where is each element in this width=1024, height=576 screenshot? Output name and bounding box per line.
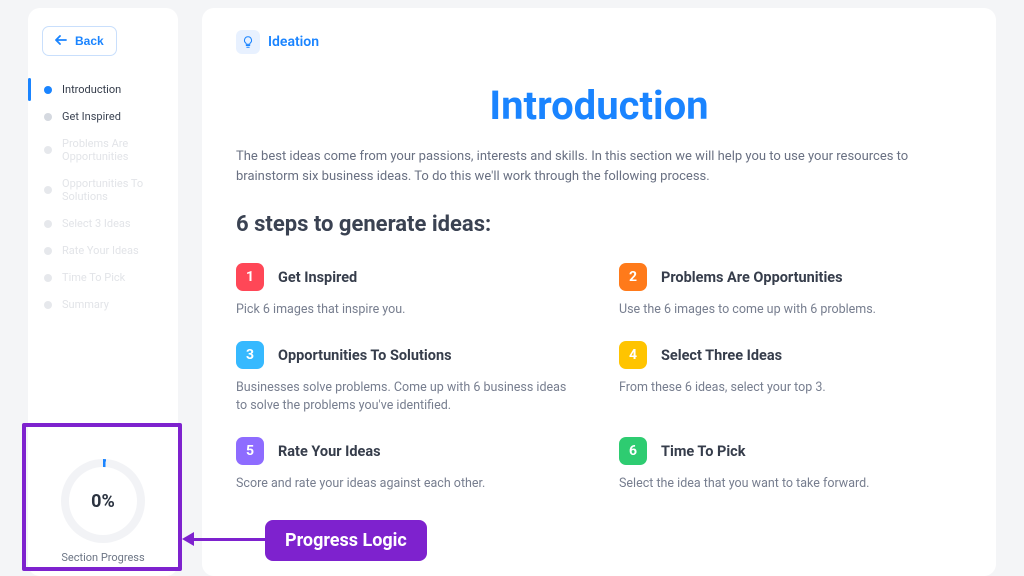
step-number-badge: 3	[236, 341, 264, 369]
step-description: Select the idea that you want to take fo…	[619, 475, 962, 493]
sidebar-item-label: Time To Pick	[62, 271, 125, 284]
step-number-badge: 2	[619, 263, 647, 291]
sidebar-item[interactable]: Select 3 Ideas	[28, 210, 178, 237]
step-card: 2 Problems Are Opportunities Use the 6 ima…	[619, 263, 962, 319]
nav-dot-icon	[44, 146, 52, 154]
sidebar-item-label: Summary	[62, 298, 109, 311]
nav-dot-icon	[44, 186, 52, 194]
step-description: Businesses solve problems. Come up with …	[236, 379, 579, 415]
nav-list: Introduction Get Inspired Problems Are Opp…	[28, 76, 178, 318]
step-card: 6 Time To Pick Select the idea that you wa…	[619, 437, 962, 493]
step-description: From these 6 ideas, select your top 3.	[619, 379, 962, 397]
steps-heading: 6 steps to generate ideas:	[236, 212, 962, 237]
nav-dot-icon	[44, 301, 52, 309]
step-title: Get Inspired	[278, 269, 357, 286]
step-number-badge: 6	[619, 437, 647, 465]
progress-ring: 0%	[61, 459, 145, 543]
sidebar-item-label: Get Inspired	[62, 110, 121, 123]
step-number-badge: 1	[236, 263, 264, 291]
step-title: Rate Your Ideas	[278, 443, 381, 460]
step-card: 5 Rate Your Ideas Score and rate your idea…	[236, 437, 579, 493]
annotation-callout: Progress Logic	[265, 520, 427, 561]
section-progress: 0% Section Progress	[38, 459, 168, 564]
steps-grid: 1 Get Inspired Pick 6 images that inspire …	[236, 263, 962, 494]
breadcrumb: Ideation	[236, 30, 962, 54]
nav-dot-icon	[44, 274, 52, 282]
sidebar-item-label: Select 3 Ideas	[62, 217, 131, 230]
lightbulb-icon	[236, 30, 260, 54]
nav-dot-icon	[44, 113, 52, 121]
back-button[interactable]: Back	[42, 26, 117, 56]
sidebar: Back Introduction Get Inspired Problems Ar…	[28, 8, 178, 576]
page-intro: The best ideas come from your passions, …	[236, 147, 962, 186]
sidebar-item-label: Rate Your Ideas	[62, 244, 139, 257]
sidebar-item[interactable]: Introduction	[28, 76, 178, 103]
step-card: 1 Get Inspired Pick 6 images that inspire …	[236, 263, 579, 319]
back-label: Back	[75, 34, 104, 48]
nav-dot-icon	[44, 220, 52, 228]
step-description: Pick 6 images that inspire you.	[236, 301, 579, 319]
progress-label: Section Progress	[61, 551, 144, 564]
sidebar-item[interactable]: Get Inspired	[28, 103, 178, 130]
annotation-arrow	[182, 534, 268, 544]
arrow-left-icon	[55, 34, 67, 48]
page-title: Introduction	[236, 82, 962, 129]
step-number-badge: 4	[619, 341, 647, 369]
step-card: 4 Select Three Ideas From these 6 ideas, s…	[619, 341, 962, 415]
breadcrumb-section: Ideation	[268, 34, 319, 50]
main-panel: Ideation Introduction The best ideas com…	[202, 8, 996, 576]
step-description: Use the 6 images to come up with 6 probl…	[619, 301, 962, 319]
step-title: Time To Pick	[661, 443, 745, 460]
nav-dot-icon	[44, 247, 52, 255]
step-description: Score and rate your ideas against each o…	[236, 475, 579, 493]
nav-dot-icon	[44, 86, 52, 94]
sidebar-item[interactable]: Opportunities To Solutions	[28, 170, 178, 210]
step-title: Opportunities To Solutions	[278, 347, 452, 364]
step-card: 3 Opportunities To Solutions Businesses so…	[236, 341, 579, 415]
sidebar-item-label: Problems Are Opportunities	[62, 137, 164, 163]
sidebar-item[interactable]: Problems Are Opportunities	[28, 130, 178, 170]
sidebar-item[interactable]: Time To Pick	[28, 264, 178, 291]
step-title: Select Three Ideas	[661, 347, 782, 364]
sidebar-item[interactable]: Rate Your Ideas	[28, 237, 178, 264]
step-title: Problems Are Opportunities	[661, 269, 843, 286]
sidebar-item-label: Opportunities To Solutions	[62, 177, 164, 203]
sidebar-item-label: Introduction	[62, 83, 121, 96]
step-number-badge: 5	[236, 437, 264, 465]
sidebar-item[interactable]: Summary	[28, 291, 178, 318]
progress-value: 0%	[69, 467, 137, 535]
